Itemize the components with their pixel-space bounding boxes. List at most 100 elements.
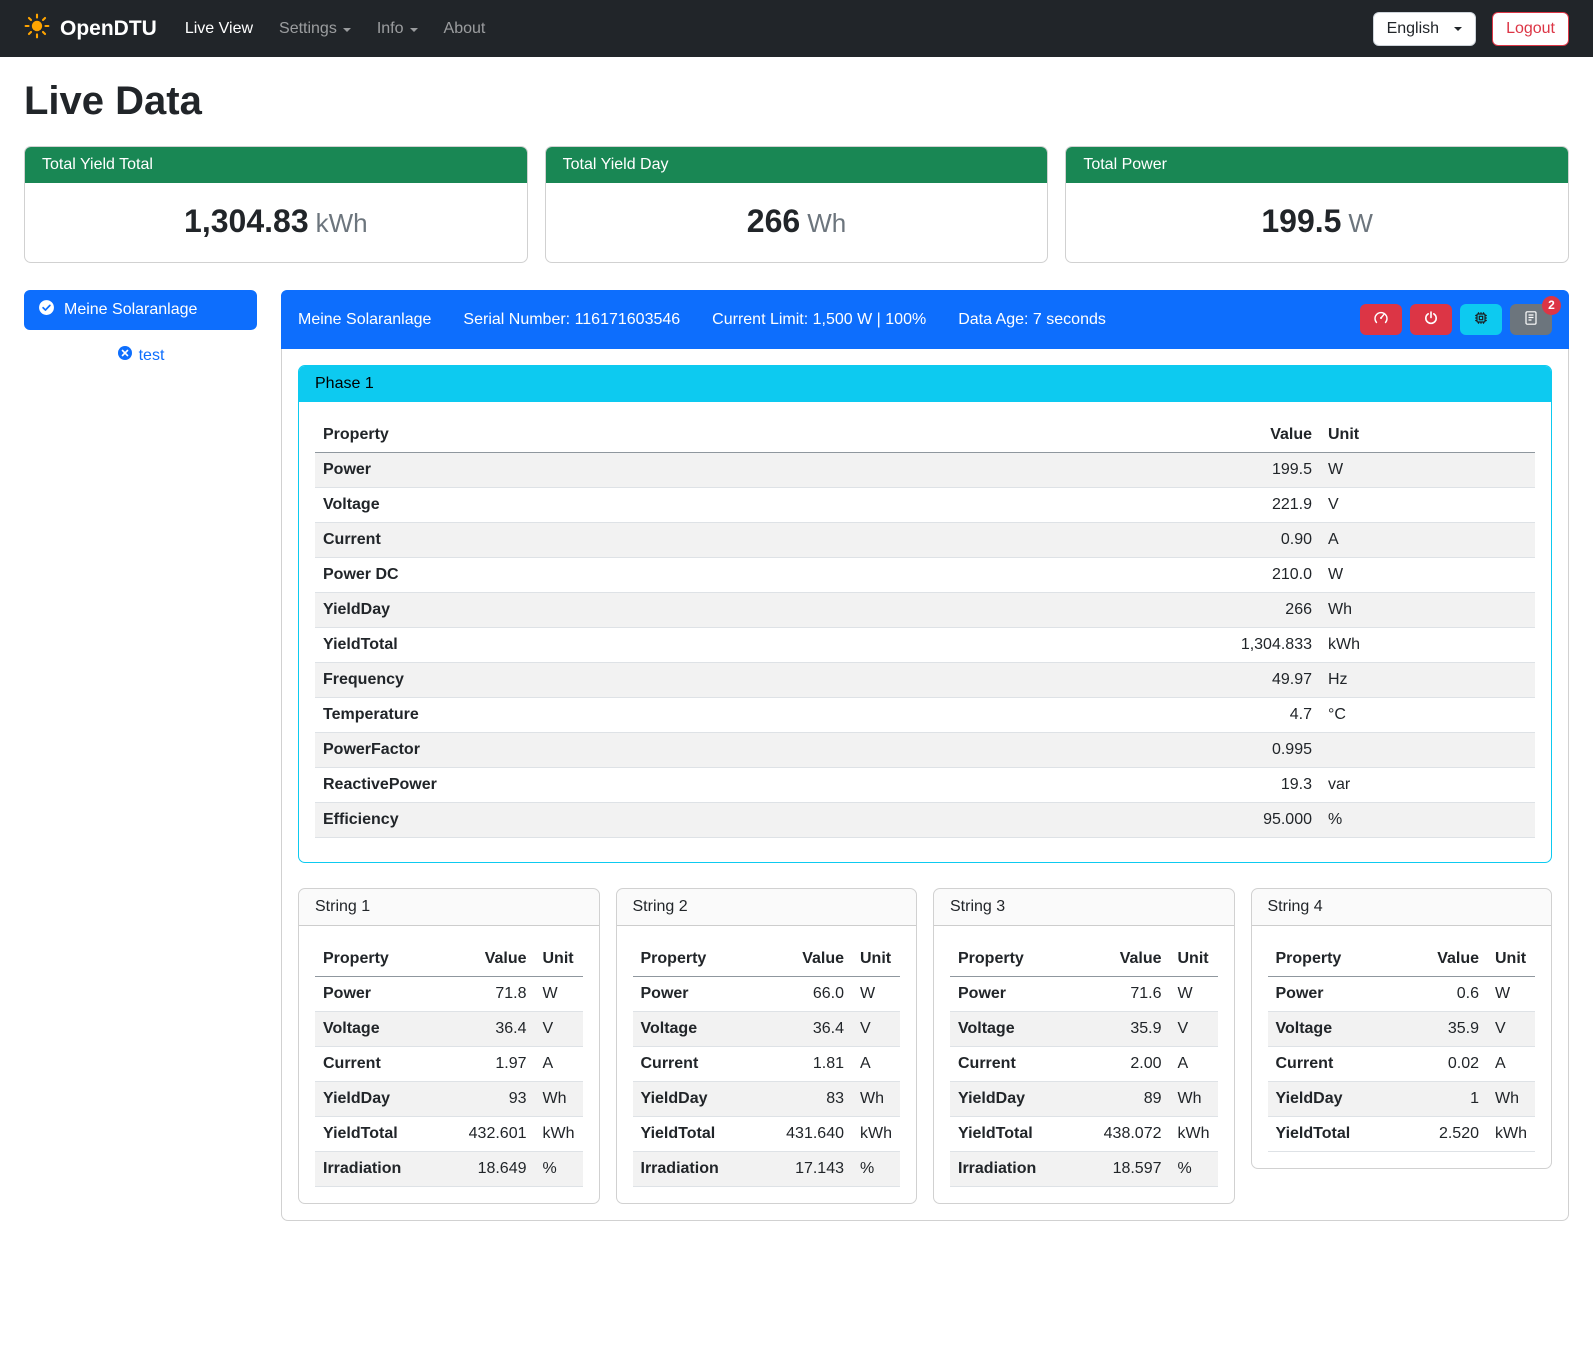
value-cell: 1.97 — [461, 1047, 535, 1082]
property-cell: Voltage — [633, 1012, 779, 1047]
nav-about[interactable]: About — [444, 20, 486, 38]
check-circle-icon — [38, 299, 55, 321]
main-row: Meine Solaranlage test Meine Solaranlage… — [24, 290, 1569, 1221]
unit-cell: °C — [1320, 698, 1535, 733]
inverter-data-age: Data Age: 7 seconds — [958, 311, 1106, 329]
inverter-select-button[interactable]: Meine Solaranlage — [24, 290, 257, 330]
column-property: Property — [315, 942, 461, 977]
table-row: Temperature 4.7 °C — [315, 698, 1535, 733]
nav-settings-label: Settings — [279, 20, 337, 38]
unit-cell: Wh — [535, 1082, 583, 1117]
property-cell: Current — [1268, 1047, 1416, 1082]
string-4-card: String 4 Property Value Unit — [1251, 888, 1553, 1169]
property-cell: YieldTotal — [1268, 1117, 1416, 1152]
unit-cell: % — [852, 1152, 900, 1187]
language-select[interactable]: English — [1373, 12, 1476, 46]
unit-cell: W — [852, 977, 900, 1012]
unit-cell: A — [1487, 1047, 1535, 1082]
x-circle-icon[interactable] — [117, 345, 133, 366]
table-row: Power 66.0 W — [633, 977, 901, 1012]
unit-cell: V — [1320, 488, 1535, 523]
column-unit: Unit — [1320, 418, 1535, 453]
value-cell: 4.7 — [1150, 698, 1320, 733]
property-cell: Irradiation — [315, 1152, 461, 1187]
unit-cell: V — [1487, 1012, 1535, 1047]
value-cell: 210.0 — [1150, 558, 1320, 593]
table-row: YieldTotal 1,304.833 kWh — [315, 628, 1535, 663]
property-cell: YieldDay — [633, 1082, 779, 1117]
column-unit: Unit — [852, 942, 900, 977]
unit-cell: W — [1320, 453, 1535, 488]
table-row: YieldTotal 2.520 kWh — [1268, 1117, 1536, 1152]
brand[interactable]: OpenDTU — [24, 13, 157, 45]
total-yield-total-unit: kWh — [316, 208, 368, 238]
unit-cell: kWh — [1170, 1117, 1218, 1152]
property-cell: Voltage — [315, 1012, 461, 1047]
card-title: Total Yield Day — [546, 147, 1048, 183]
value-cell: 0.995 — [1150, 733, 1320, 768]
nav-info[interactable]: Info — [377, 20, 418, 38]
card-value-area: 266Wh — [546, 183, 1048, 262]
card-value-area: 1,304.83kWh — [25, 183, 527, 262]
value-cell: 266 — [1150, 593, 1320, 628]
unit-cell: Wh — [1170, 1082, 1218, 1117]
unit-cell: Wh — [852, 1082, 900, 1117]
property-cell: Frequency — [315, 663, 1150, 698]
column-value: Value — [1415, 942, 1487, 977]
table-row: Power 0.6 W — [1268, 977, 1536, 1012]
journal-list-icon — [1523, 310, 1539, 329]
chevron-down-icon — [343, 28, 351, 32]
inverter-serial: Serial Number: 116171603546 — [463, 311, 680, 329]
property-cell: YieldTotal — [950, 1117, 1096, 1152]
nav-settings[interactable]: Settings — [279, 20, 351, 38]
unit-cell: A — [1170, 1047, 1218, 1082]
value-cell: 89 — [1096, 1082, 1170, 1117]
table-row: Voltage 36.4 V — [315, 1012, 583, 1047]
nav-live-view[interactable]: Live View — [185, 20, 253, 38]
secondary-inverter-link[interactable]: test — [139, 347, 165, 365]
unit-cell: V — [1170, 1012, 1218, 1047]
table-row: Power DC 210.0 W — [315, 558, 1535, 593]
property-cell: Current — [950, 1047, 1096, 1082]
unit-cell: V — [535, 1012, 583, 1047]
table-row: YieldDay 266 Wh — [315, 593, 1535, 628]
nav-info-label: Info — [377, 20, 404, 38]
value-cell: 431.640 — [778, 1117, 852, 1152]
property-cell: YieldDay — [950, 1082, 1096, 1117]
column-value: Value — [1096, 942, 1170, 977]
unit-cell: Wh — [1487, 1082, 1535, 1117]
value-cell: 49.97 — [1150, 663, 1320, 698]
string-3-table: Property Value Unit Power 71.6 W Voltage… — [950, 942, 1218, 1187]
cpu-chip-icon — [1473, 310, 1489, 329]
sun-logo-icon — [24, 13, 50, 45]
value-cell: 438.072 — [1096, 1117, 1170, 1152]
event-log-button[interactable]: 2 — [1510, 304, 1552, 335]
property-cell: Current — [633, 1047, 779, 1082]
string-1-body: Property Value Unit Power 71.8 W Voltage… — [299, 926, 599, 1187]
phase-title: Phase 1 — [299, 366, 1551, 402]
property-cell: Power — [315, 977, 461, 1012]
property-cell: Power — [633, 977, 779, 1012]
value-cell: 36.4 — [778, 1012, 852, 1047]
value-cell: 1.81 — [778, 1047, 852, 1082]
table-row: Current 1.81 A — [633, 1047, 901, 1082]
table-row: Voltage 221.9 V — [315, 488, 1535, 523]
total-yield-day-value: 266 — [747, 203, 800, 239]
phase-card: Phase 1 Property Value Unit Power — [298, 365, 1552, 863]
power-settings-button[interactable] — [1410, 304, 1452, 335]
unit-cell: A — [852, 1047, 900, 1082]
value-cell: 0.6 — [1415, 977, 1487, 1012]
table-row: YieldTotal 431.640 kWh — [633, 1117, 901, 1152]
table-row: YieldTotal 438.072 kWh — [950, 1117, 1218, 1152]
unit-cell: % — [1320, 803, 1535, 838]
column-unit: Unit — [1487, 942, 1535, 977]
table-row: Voltage 36.4 V — [633, 1012, 901, 1047]
string-2-title: String 2 — [617, 889, 917, 926]
device-info-button[interactable] — [1460, 304, 1502, 335]
limit-settings-button[interactable] — [1360, 304, 1402, 335]
table-row: YieldDay 1 Wh — [1268, 1082, 1536, 1117]
chevron-down-icon — [1454, 27, 1462, 31]
unit-cell: kWh — [535, 1117, 583, 1152]
unit-cell: W — [1320, 558, 1535, 593]
logout-button[interactable]: Logout — [1492, 12, 1569, 46]
